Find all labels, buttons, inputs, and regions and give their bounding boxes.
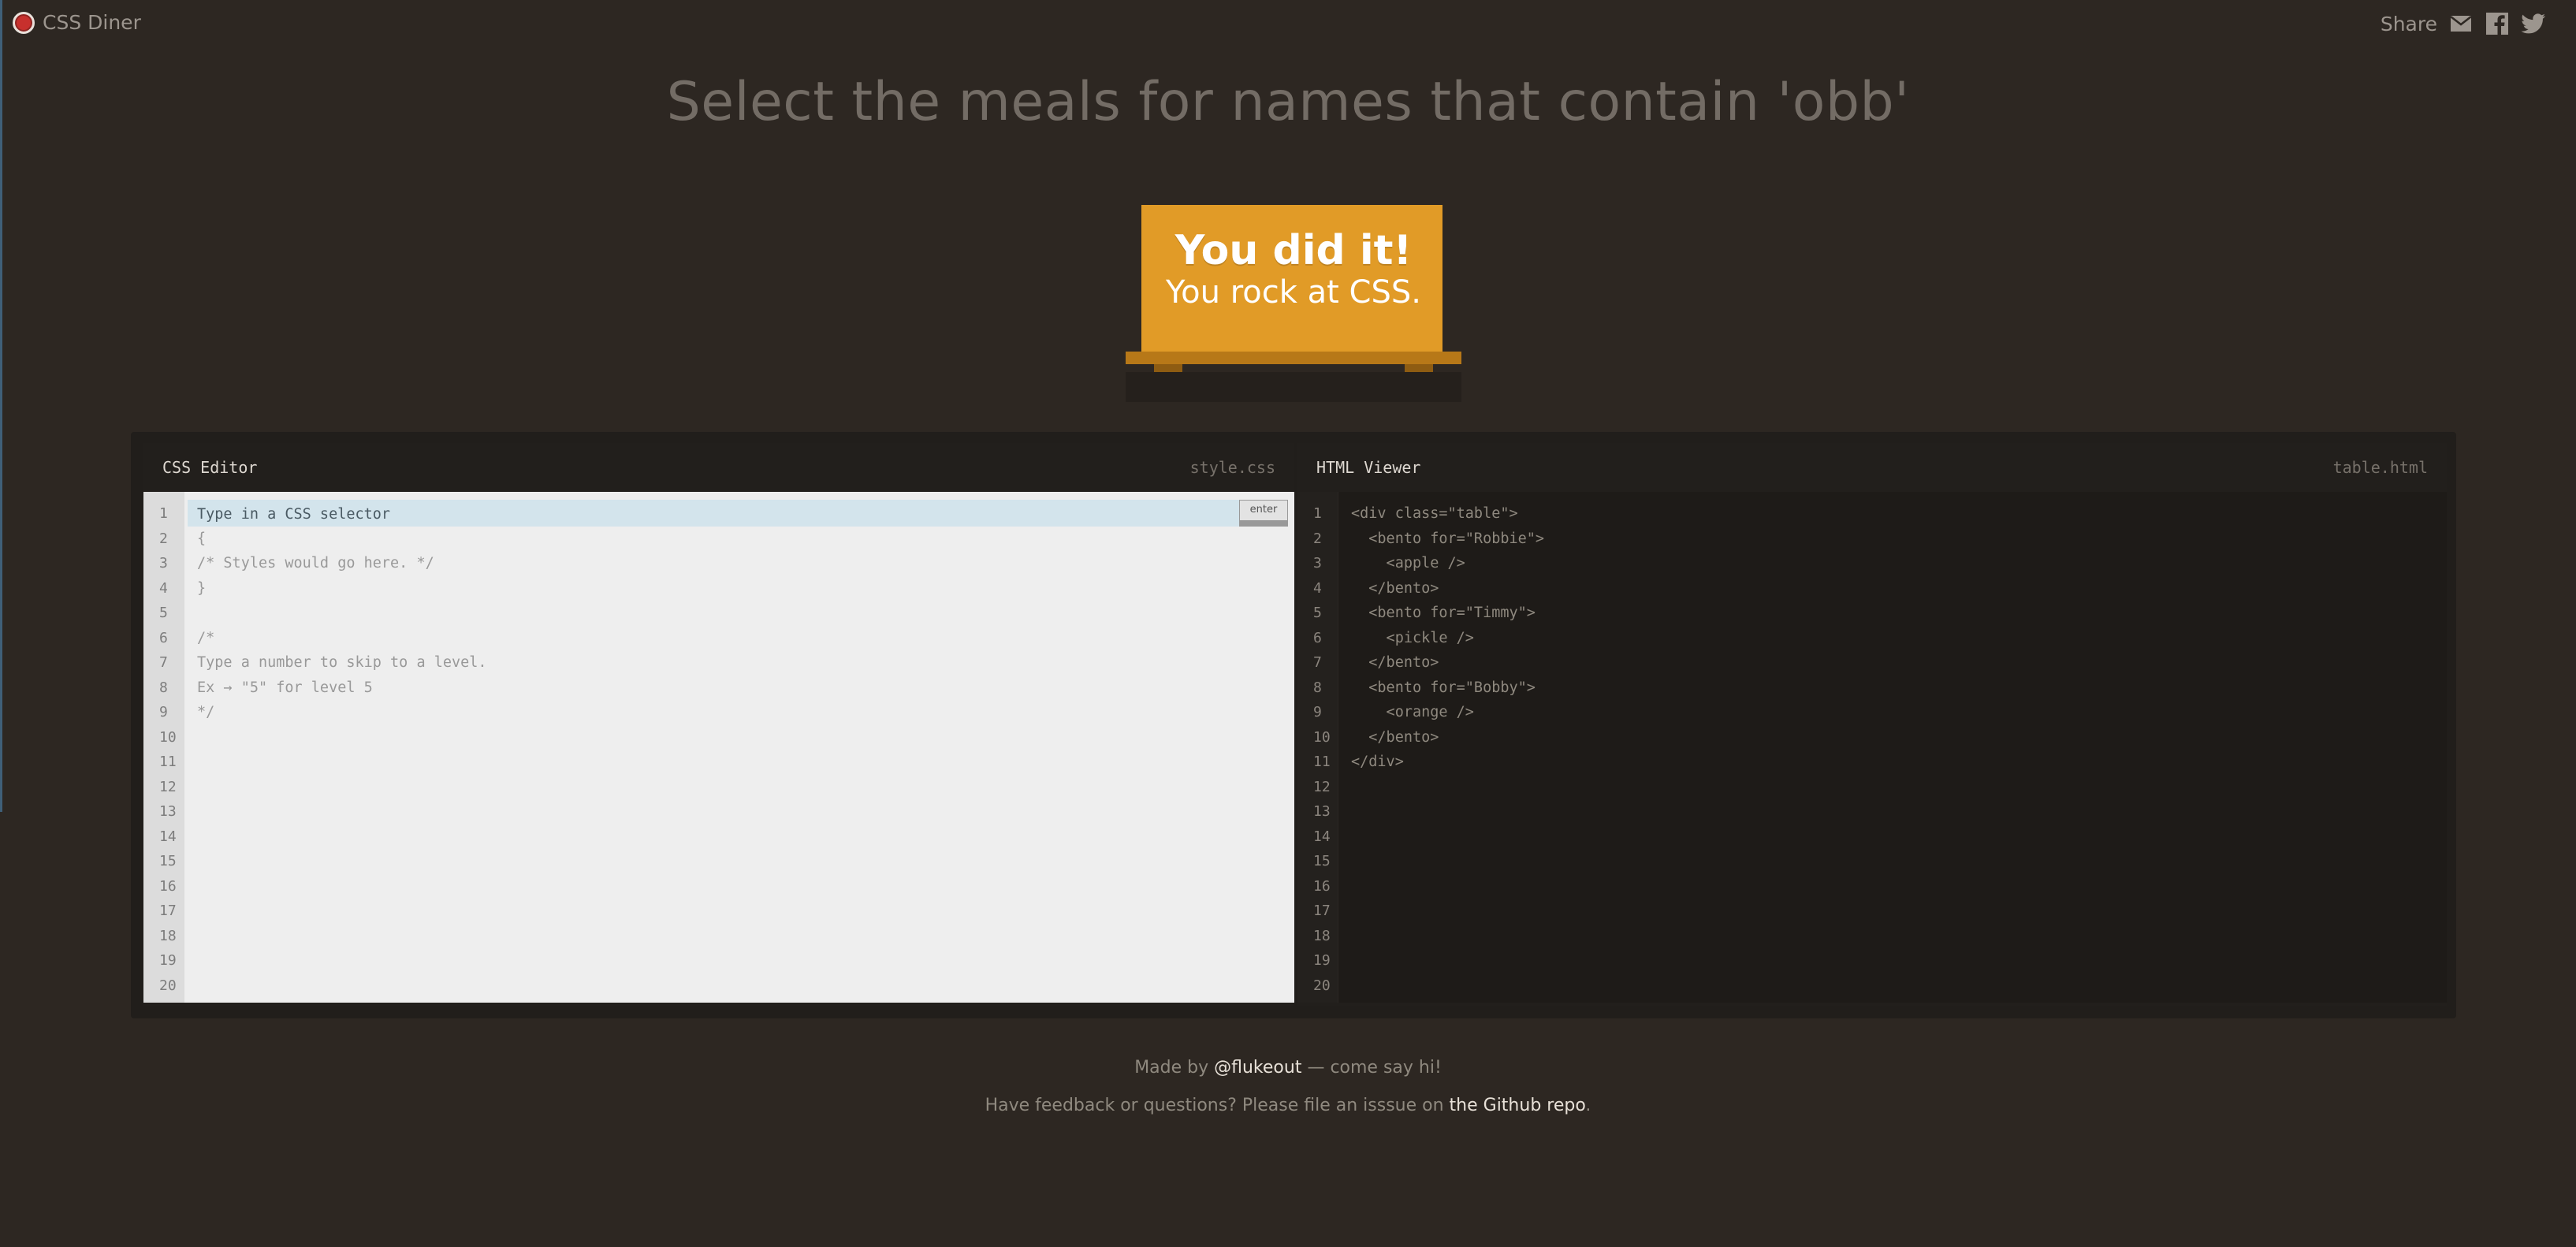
dining-table: You did it! You rock at CSS. — [1126, 203, 1466, 402]
css-editor-title: CSS Editor — [162, 458, 258, 477]
line-number: 13 — [159, 803, 177, 820]
line-number: 9 — [1313, 704, 1322, 720]
html-viewer-pane: HTML Viewer table.html 1 2 3 4 5 6 7 8 9… — [1297, 443, 2447, 1006]
line-number: 6 — [159, 629, 168, 646]
line-number: 2 — [1313, 530, 1322, 547]
line-number: 16 — [159, 877, 177, 895]
line-number: 5 — [159, 605, 168, 621]
line-number: 7 — [1313, 654, 1322, 671]
line-number: 1 — [159, 505, 168, 522]
markup-line-table-open[interactable]: <div class="table"> — [1351, 501, 2434, 527]
github-repo-link[interactable]: the Github repo — [1450, 1096, 1586, 1115]
footer-credit: Made by @flukeout — come say hi! — [0, 1058, 2576, 1078]
css-editor-pane: CSS Editor style.css 1 2 3 4 5 6 7 8 9 1… — [143, 443, 1294, 1006]
line-number: 19 — [159, 952, 177, 969]
line-number: 4 — [159, 579, 168, 597]
line-number: 9 — [159, 704, 168, 720]
table-leg-left — [1154, 364, 1182, 372]
table-shadow — [1126, 372, 1461, 402]
html-viewer-title: HTML Viewer — [1316, 458, 1421, 477]
markup-line-bento-close[interactable]: </bento> — [1351, 576, 2434, 601]
line-number: 3 — [1313, 555, 1322, 571]
line-number: 12 — [1313, 778, 1331, 795]
line-number: 19 — [1313, 952, 1331, 969]
code-line: /* Styles would go here. */ — [197, 555, 434, 571]
markup-line-bento-timmy[interactable]: <bento for="Timmy"> — [1351, 601, 2434, 626]
line-number: 6 — [1313, 629, 1322, 646]
css-code: ​ { /* Styles would go here. */ } /* Typ… — [197, 501, 1282, 725]
line-number: 10 — [159, 728, 177, 746]
credit-suffix: — come say hi! — [1301, 1058, 1442, 1078]
html-viewer-body: 1 2 3 4 5 6 7 8 9 10 11 12 13 14 15 16 1… — [1297, 492, 2447, 1003]
code-line: /* — [197, 629, 215, 646]
line-number: 13 — [1313, 803, 1331, 820]
line-number: 5 — [1313, 605, 1322, 621]
table-leg-right — [1405, 364, 1433, 372]
code-line: Type a number to skip to a level. — [197, 654, 487, 671]
css-editor-body: 1 2 3 4 5 6 7 8 9 10 11 12 13 14 15 16 1… — [143, 492, 1294, 1003]
markup-line-bento-robbie[interactable]: <bento for="Robbie"> — [1351, 527, 2434, 552]
html-viewer-filename: table.html — [2332, 458, 2428, 477]
markup-line-orange[interactable]: <orange /> — [1351, 700, 2434, 725]
restaurant-logo-icon — [13, 11, 35, 34]
line-number: 16 — [1313, 877, 1331, 895]
css-editor-header: CSS Editor style.css — [143, 443, 1294, 492]
footer-feedback: Have feedback or questions? Please file … — [0, 1096, 2576, 1115]
markup-line-apple[interactable]: <apple /> — [1351, 551, 2434, 576]
code-line: */ — [197, 704, 215, 720]
line-number: 7 — [159, 654, 168, 671]
code-line: } — [197, 579, 207, 597]
line-number: 1 — [1313, 505, 1322, 522]
line-number: 20 — [1313, 977, 1331, 994]
line-number: 8 — [1313, 679, 1322, 696]
line-number: 14 — [1313, 828, 1331, 845]
table-edge — [1126, 352, 1461, 364]
twitter-icon[interactable] — [2521, 11, 2546, 36]
facebook-icon[interactable] — [2485, 11, 2510, 36]
feedback-prefix: Have feedback or questions? Please file … — [985, 1096, 1450, 1115]
author-link[interactable]: @flukeout — [1214, 1058, 1301, 1078]
css-line-numbers: 1 2 3 4 5 6 7 8 9 10 11 12 13 14 15 16 1… — [143, 492, 184, 1003]
level-instruction: Select the meals for names that contain … — [666, 71, 1910, 133]
markup-line-pickle[interactable]: <pickle /> — [1351, 626, 2434, 651]
html-viewer-header: HTML Viewer table.html — [1297, 443, 2447, 492]
email-icon[interactable] — [2448, 11, 2474, 36]
line-number: 4 — [1313, 579, 1322, 597]
success-heading: You did it! — [1174, 227, 1413, 274]
editor-frame: CSS Editor style.css 1 2 3 4 5 6 7 8 9 1… — [131, 432, 2456, 1018]
markup-line-bento-close[interactable]: </bento> — [1351, 650, 2434, 676]
code-line: ​ — [197, 501, 1282, 527]
html-line-numbers: 1 2 3 4 5 6 7 8 9 10 11 12 13 14 15 16 1… — [1297, 492, 1338, 1003]
line-number: 20 — [159, 977, 177, 994]
line-number: 15 — [159, 853, 177, 869]
line-number: 18 — [159, 927, 177, 944]
line-number: 14 — [159, 828, 177, 845]
line-number: 3 — [159, 555, 168, 571]
markup-line-table-close[interactable]: </div> — [1351, 750, 2434, 775]
app-name: CSS Diner — [43, 11, 141, 34]
line-number: 11 — [1313, 754, 1331, 770]
line-number: 15 — [1313, 853, 1331, 869]
success-subheading: You rock at CSS. — [1166, 274, 1421, 311]
line-number: 2 — [159, 530, 168, 547]
share-label: Share — [2380, 12, 2437, 35]
markup-line-bento-close[interactable]: </bento> — [1351, 725, 2434, 750]
line-number: 8 — [159, 679, 168, 696]
feedback-suffix: . — [1585, 1096, 1591, 1115]
credit-prefix: Made by — [1134, 1058, 1215, 1078]
css-editor-filename: style.css — [1189, 458, 1275, 477]
line-number: 12 — [159, 778, 177, 795]
line-number: 10 — [1313, 728, 1331, 746]
code-line: { — [197, 530, 207, 547]
line-number: 18 — [1313, 927, 1331, 944]
html-markup: <div class="table"> <bento for="Robbie">… — [1351, 501, 2434, 775]
line-number: 11 — [159, 754, 177, 770]
line-number: 17 — [1313, 903, 1331, 919]
app-logo[interactable]: CSS Diner — [13, 11, 141, 34]
share-bar: Share — [2381, 11, 2546, 36]
markup-line-bento-bobby[interactable]: <bento for="Bobby"> — [1351, 676, 2434, 701]
line-number: 17 — [159, 903, 177, 919]
code-line: Ex → "5" for level 5 — [197, 679, 373, 696]
